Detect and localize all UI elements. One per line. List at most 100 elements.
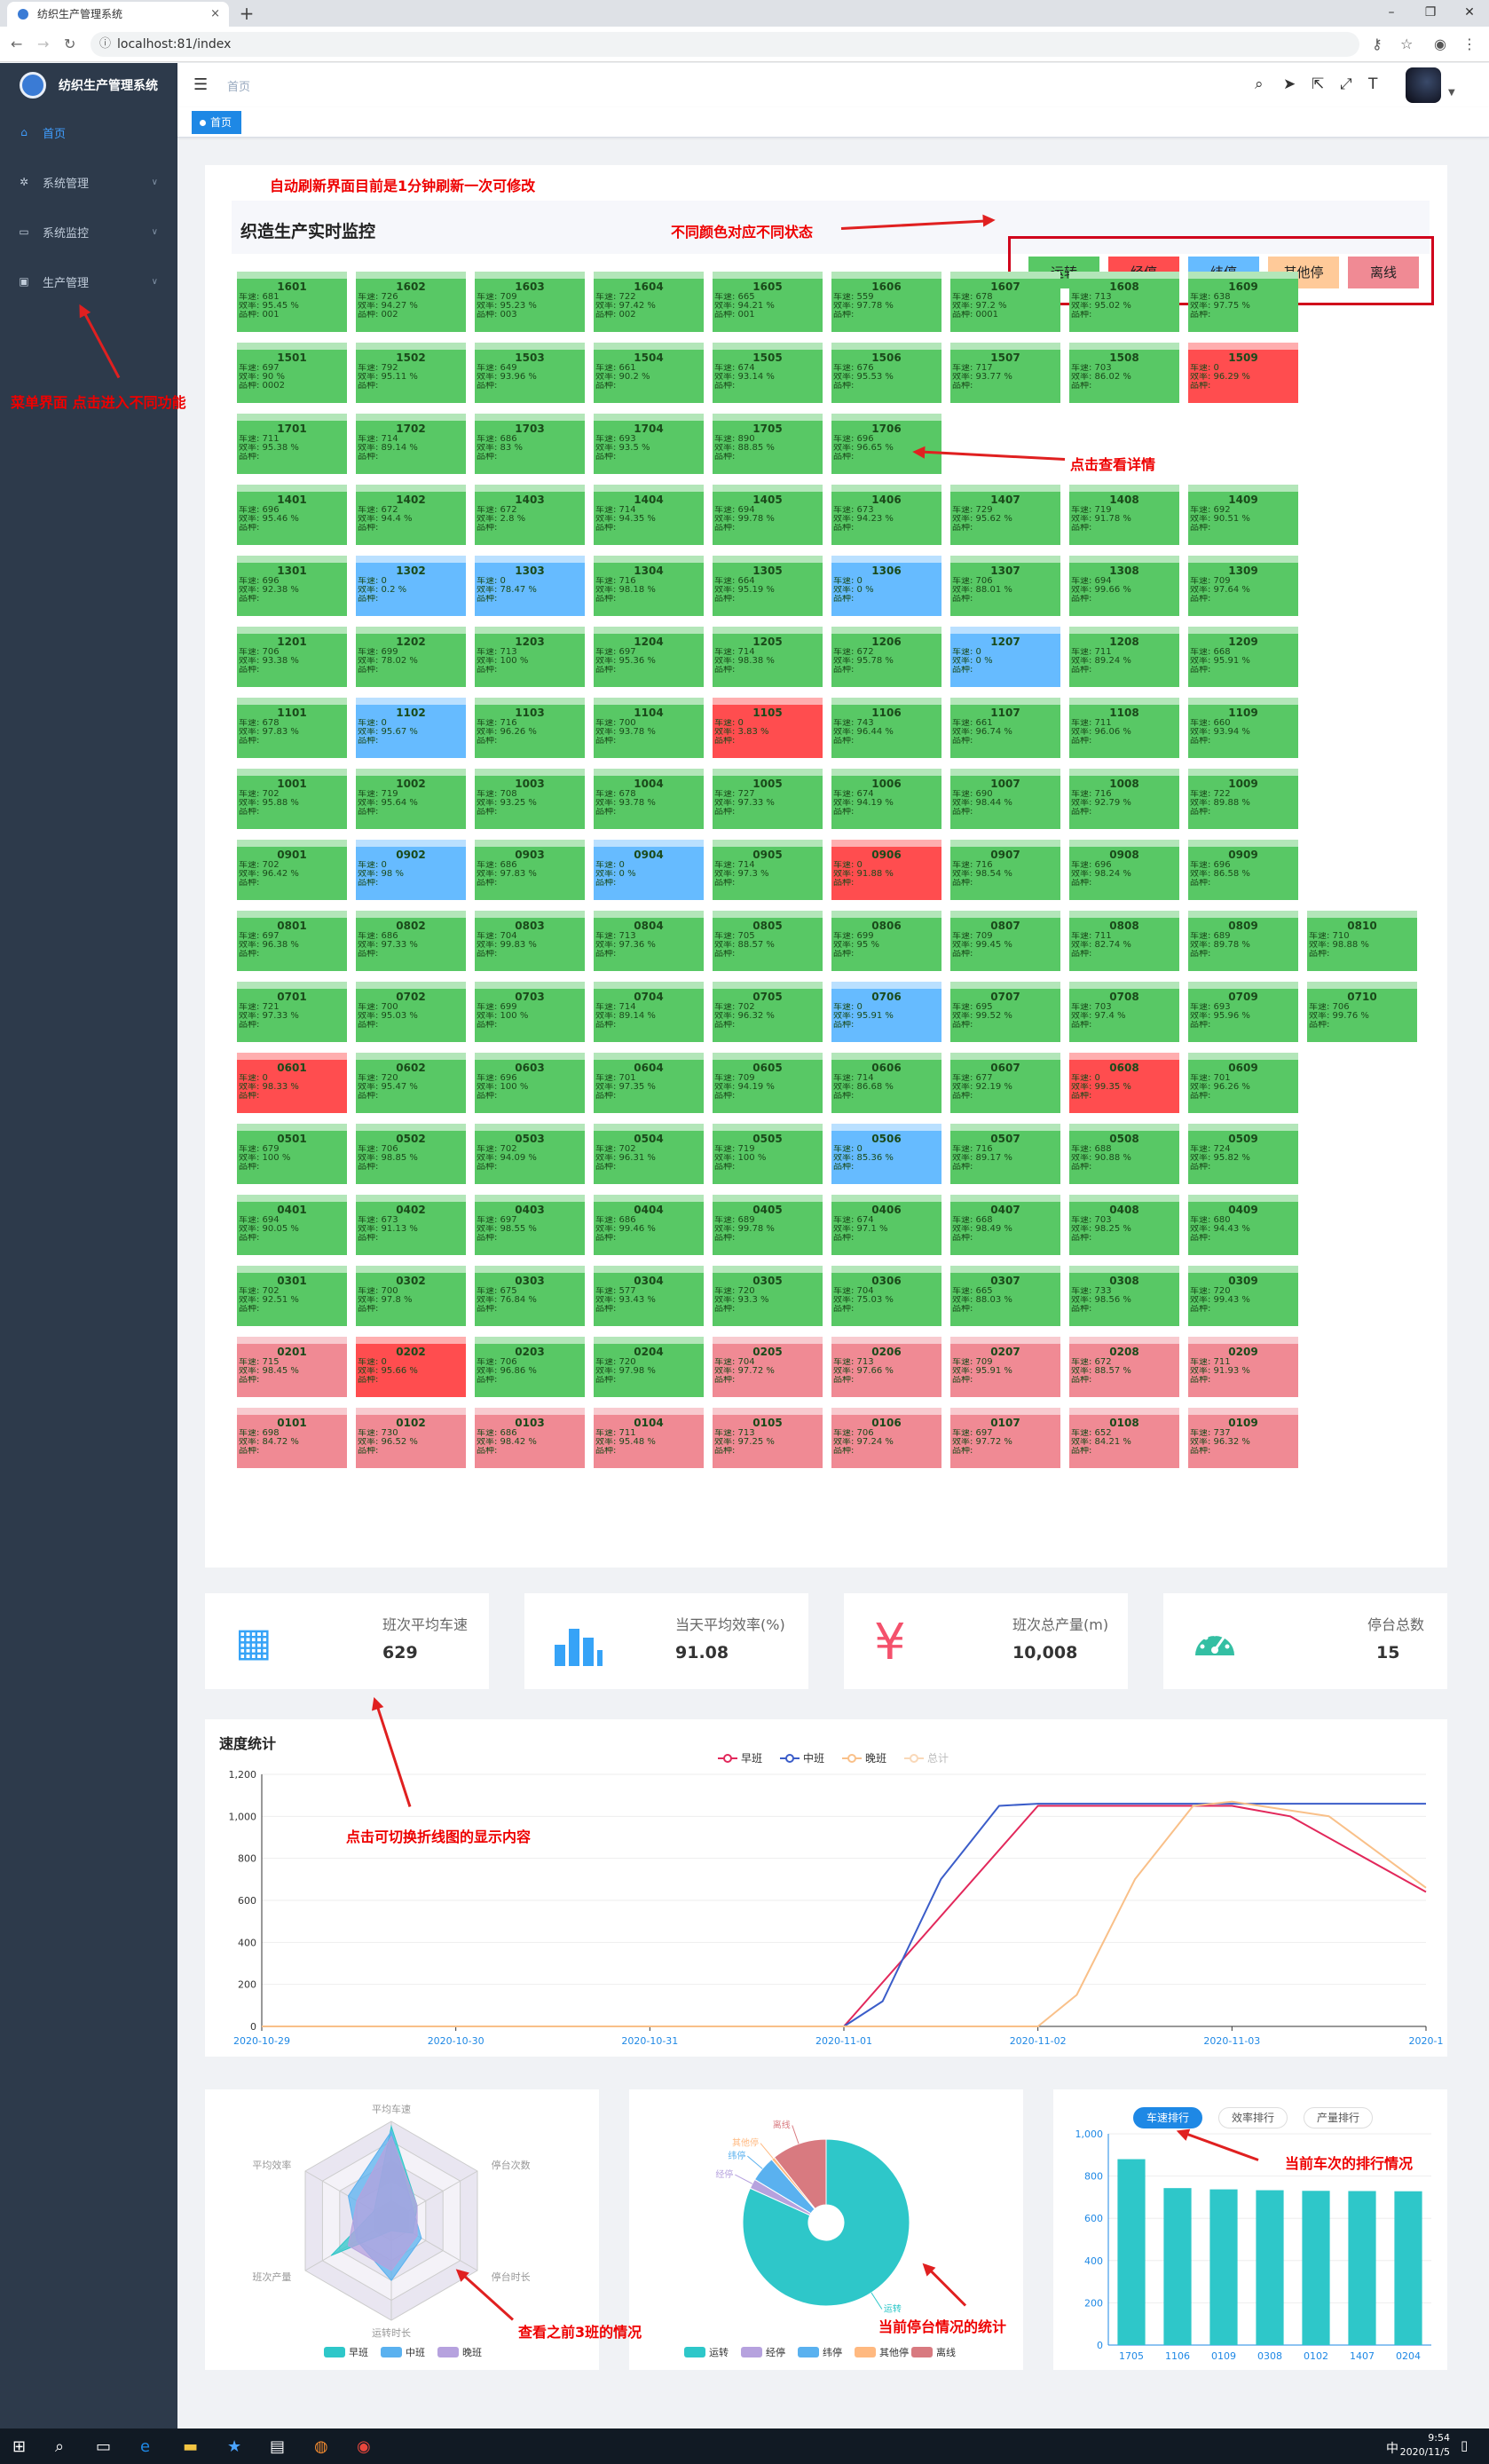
machine-tile[interactable]: 0404 车速: 686 效率: 99.46 % 品种:	[594, 1195, 704, 1255]
machine-tile[interactable]: 0706 车速: 0 效率: 95.91 % 品种:	[831, 982, 941, 1042]
breadcrumb[interactable]: 首页	[227, 77, 250, 94]
machine-tile[interactable]: 1706 车速: 696 效率: 96.65 % 品种:	[831, 414, 941, 474]
machine-tile[interactable]: 0602 车速: 720 效率: 95.47 % 品种:	[356, 1053, 466, 1113]
machine-tile[interactable]: 0807 车速: 709 效率: 99.45 % 品种:	[950, 911, 1060, 971]
machine-tile[interactable]: 0406 车速: 674 效率: 97.1 % 品种:	[831, 1195, 941, 1255]
machine-tile[interactable]: 0803 车速: 704 效率: 99.83 % 品种:	[475, 911, 585, 971]
terminal-icon[interactable]: ▤	[270, 2437, 285, 2456]
machine-tile[interactable]: 1001 车速: 702 效率: 95.88 % 品种:	[237, 769, 347, 829]
machine-tile[interactable]: 0901 车速: 702 效率: 96.42 % 品种:	[237, 840, 347, 900]
folder-icon[interactable]: ▬	[183, 2437, 198, 2456]
machine-tile[interactable]: 1005 车速: 727 效率: 97.33 % 品种:	[713, 769, 823, 829]
machine-tile[interactable]: 1301 车速: 696 效率: 92.38 % 品种:	[237, 556, 347, 616]
machine-tile[interactable]: 0405 车速: 689 效率: 99.78 % 品种:	[713, 1195, 823, 1255]
machine-tile[interactable]: 1303 车速: 0 效率: 78.47 % 品种:	[475, 556, 585, 616]
machine-tile[interactable]: 1307 车速: 706 效率: 88.01 % 品种:	[950, 556, 1060, 616]
machine-tile[interactable]: 1407 车速: 729 效率: 95.62 % 品种:	[950, 485, 1060, 545]
machine-tile[interactable]: 1101 车速: 678 效率: 97.83 % 品种:	[237, 698, 347, 758]
star-app-icon[interactable]: ★	[227, 2437, 241, 2456]
fullscreen-icon[interactable]: ⤢	[1340, 75, 1352, 93]
machine-tile[interactable]: 0206 车速: 713 效率: 97.66 % 品种:	[831, 1337, 941, 1397]
machine-tile[interactable]: 0710 车速: 706 效率: 99.76 % 品种:	[1307, 982, 1417, 1042]
star-icon[interactable]: ☆	[1400, 36, 1413, 52]
hamburger-icon[interactable]: ☰	[193, 75, 208, 94]
machine-tile[interactable]: 1403 车速: 672 效率: 2.8 % 品种:	[475, 485, 585, 545]
machine-tile[interactable]: 0703 车速: 699 效率: 100 % 品种:	[475, 982, 585, 1042]
chrome-icon[interactable]: ◉	[357, 2437, 371, 2456]
avatar[interactable]	[1406, 67, 1441, 103]
machine-tile[interactable]: 1102 车速: 0 效率: 95.67 % 品种:	[356, 698, 466, 758]
machine-tile[interactable]: 0601 车速: 0 效率: 98.33 % 品种:	[237, 1053, 347, 1113]
machine-tile[interactable]: 0809 车速: 689 效率: 89.78 % 品种:	[1188, 911, 1298, 971]
new-tab-button[interactable]: +	[234, 2, 259, 25]
machine-tile[interactable]: 0409 车速: 680 效率: 94.43 % 品种:	[1188, 1195, 1298, 1255]
machine-tile[interactable]: 0705 车速: 702 效率: 96.32 % 品种:	[713, 982, 823, 1042]
tag-home[interactable]: 首页	[192, 111, 242, 134]
machine-tile[interactable]: 0902 车速: 0 效率: 98 % 品种:	[356, 840, 466, 900]
menu-dots-icon[interactable]: ⋮	[1462, 36, 1477, 52]
machine-tile[interactable]: 1309 车速: 709 效率: 97.64 % 品种:	[1188, 556, 1298, 616]
info-icon[interactable]: ⓘ	[99, 32, 111, 57]
machine-tile[interactable]: 0204 车速: 720 效率: 97.98 % 品种:	[594, 1337, 704, 1397]
machine-tile[interactable]: 0407 车速: 668 效率: 98.49 % 品种:	[950, 1195, 1060, 1255]
font-size-icon[interactable]: T	[1368, 75, 1377, 93]
machine-tile[interactable]: 0801 车速: 697 效率: 96.38 % 品种:	[237, 911, 347, 971]
machine-tile[interactable]: 0804 车速: 713 效率: 97.36 % 品种:	[594, 911, 704, 971]
sidebar-item-system[interactable]: ✲ 系统管理 ∨	[0, 157, 177, 207]
machine-tile[interactable]: 0201 车速: 715 效率: 98.45 % 品种:	[237, 1337, 347, 1397]
machine-tile[interactable]: 0708 车速: 703 效率: 97.4 % 品种:	[1069, 982, 1179, 1042]
machine-tile[interactable]: 1409 车速: 692 效率: 90.51 % 品种:	[1188, 485, 1298, 545]
machine-tile[interactable]: 1606 车速: 559 效率: 97.78 % 品种:	[831, 272, 941, 332]
machine-tile[interactable]: 1603 车速: 709 效率: 95.23 % 品种: 003	[475, 272, 585, 332]
machine-tile[interactable]: 1108 车速: 711 效率: 96.06 % 品种:	[1069, 698, 1179, 758]
machine-tile[interactable]: 1207 车速: 0 效率: 0 % 品种:	[950, 627, 1060, 687]
machine-tile[interactable]: 1406 车速: 673 效率: 94.23 % 品种:	[831, 485, 941, 545]
speed-ranking-bar-chart[interactable]: 0 200 400 600 800 1,000 1705 1106 0109 0308 0102 14…	[1053, 2089, 1447, 2370]
stat-card-avg-efficiency[interactable]: 当天平均效率(%) 91.08	[524, 1593, 808, 1689]
machine-tile[interactable]: 0907 车速: 716 效率: 98.54 % 品种:	[950, 840, 1060, 900]
windows-start-icon[interactable]: ⊞	[12, 2437, 26, 2456]
machine-tile[interactable]: 1703 车速: 686 效率: 83 % 品种:	[475, 414, 585, 474]
machine-tile[interactable]: 1107 车速: 661 效率: 96.74 % 品种:	[950, 698, 1060, 758]
minimize-icon[interactable]: –	[1372, 0, 1411, 27]
machine-tile[interactable]: 1304 车速: 716 效率: 98.18 % 品种:	[594, 556, 704, 616]
machine-tile[interactable]: 0606 车速: 714 效率: 86.68 % 品种:	[831, 1053, 941, 1113]
forward-icon[interactable]: →	[37, 36, 49, 52]
machine-tile[interactable]: 1003 车速: 708 效率: 93.25 % 品种:	[475, 769, 585, 829]
machine-tile[interactable]: 0102 车速: 730 效率: 96.52 % 品种:	[356, 1408, 466, 1468]
sidebar-item-monitor[interactable]: ▭ 系统监控 ∨	[0, 207, 177, 257]
machine-tile[interactable]: 1506 车速: 676 效率: 95.53 % 品种:	[831, 343, 941, 403]
machine-tile[interactable]: 1507 车速: 717 效率: 93.77 % 品种:	[950, 343, 1060, 403]
machine-tile[interactable]: 0503 车速: 702 效率: 94.09 % 品种:	[475, 1124, 585, 1184]
machine-tile[interactable]: 1202 车速: 699 效率: 78.02 % 品种:	[356, 627, 466, 687]
machine-tile[interactable]: 0302 车速: 700 效率: 97.8 % 品种:	[356, 1266, 466, 1326]
machine-tile[interactable]: 0207 车速: 709 效率: 95.91 % 品种:	[950, 1337, 1060, 1397]
machine-tile[interactable]: 0905 车速: 714 效率: 97.3 % 品种:	[713, 840, 823, 900]
machine-tile[interactable]: 1205 车速: 714 效率: 98.38 % 品种:	[713, 627, 823, 687]
machine-tile[interactable]: 1705 车速: 890 效率: 88.85 % 品种:	[713, 414, 823, 474]
machine-tile[interactable]: 1004 车速: 678 效率: 93.78 % 品种:	[594, 769, 704, 829]
machine-tile[interactable]: 1408 车速: 719 效率: 91.78 % 品种:	[1069, 485, 1179, 545]
stat-card-total-output[interactable]: ¥ 班次总产量(m) 10,008	[844, 1593, 1128, 1689]
machine-tile[interactable]: 1502 车速: 792 效率: 95.11 % 品种:	[356, 343, 466, 403]
machine-tile[interactable]: 0605 车速: 709 效率: 94.19 % 品种:	[713, 1053, 823, 1113]
machine-tile[interactable]: 0209 车速: 711 效率: 91.93 % 品种:	[1188, 1337, 1298, 1397]
machine-tile[interactable]: 1701 车速: 711 效率: 95.38 % 品种:	[237, 414, 347, 474]
machine-tile[interactable]: 0608 车速: 0 效率: 99.35 % 品种:	[1069, 1053, 1179, 1113]
machine-tile[interactable]: 0904 车速: 0 效率: 0 % 品种:	[594, 840, 704, 900]
machine-tile[interactable]: 1405 车速: 694 效率: 99.78 % 品种:	[713, 485, 823, 545]
machine-tile[interactable]: 0507 车速: 716 效率: 89.17 % 品种:	[950, 1124, 1060, 1184]
machine-tile[interactable]: 1201 车速: 706 效率: 93.38 % 品种:	[237, 627, 347, 687]
machine-tile[interactable]: 0305 车速: 720 效率: 93.3 % 品种:	[713, 1266, 823, 1326]
ie-icon[interactable]: e	[140, 2437, 150, 2456]
machine-tile[interactable]: 1009 车速: 722 效率: 89.88 % 品种:	[1188, 769, 1298, 829]
machine-tile[interactable]: 0701 车速: 721 效率: 97.33 % 品种:	[237, 982, 347, 1042]
machine-tile[interactable]: 0308 车速: 733 效率: 98.56 % 品种:	[1069, 1266, 1179, 1326]
machine-tile[interactable]: 0806 车速: 699 效率: 95 % 品种:	[831, 911, 941, 971]
machine-tile[interactable]: 1208 车速: 711 效率: 89.24 % 品种:	[1069, 627, 1179, 687]
machine-tile[interactable]: 1608 车速: 713 效率: 95.02 % 品种:	[1069, 272, 1179, 332]
machine-tile[interactable]: 1209 车速: 668 效率: 95.91 % 品种:	[1188, 627, 1298, 687]
machine-tile[interactable]: 0106 车速: 706 效率: 97.24 % 品种:	[831, 1408, 941, 1468]
machine-tile[interactable]: 0604 车速: 701 效率: 97.35 % 品种:	[594, 1053, 704, 1113]
machine-tile[interactable]: 0104 车速: 711 效率: 95.48 % 品种:	[594, 1408, 704, 1468]
